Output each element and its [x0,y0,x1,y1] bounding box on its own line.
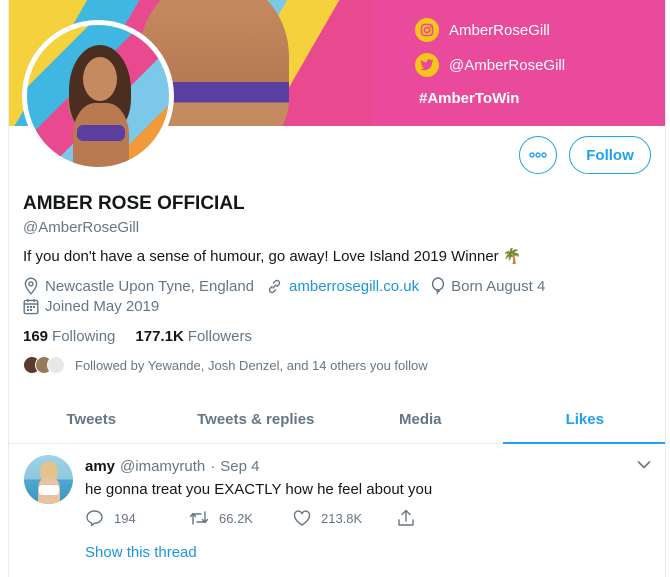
twitter-bird-icon [415,53,439,77]
location-text: Newcastle Upon Tyne, England [45,277,255,295]
banner-instagram-row: AmberRoseGill [415,18,550,42]
banner-twitter-handle: @AmberRoseGill [449,56,566,74]
followed-by-text: Followed by Yewande, Josh Denzel, and 14… [75,357,428,373]
tweet-text: he gonna treat you EXACTLY how he feel a… [85,481,433,498]
reply-button[interactable]: 194 [85,509,189,527]
banner-social-panel: AmberRoseGill @AmberRoseGill #AmberToWin [371,0,665,126]
avatar-swimsuit [39,485,59,495]
location-pin-icon [24,277,38,295]
banner-hashtag: #AmberToWin [419,90,520,107]
followed-by-row[interactable]: Followed by Yewande, Josh Denzel, and 14… [23,356,428,374]
tab-media[interactable]: Media [338,396,503,443]
website-item[interactable]: amberrosegill.co.uk [266,278,419,295]
calendar-icon [23,299,39,315]
tab-tweets-replies[interactable]: Tweets & replies [174,396,339,443]
joined-item: Joined May 2019 [23,298,159,315]
profile-page: AmberRoseGill @AmberRoseGill #AmberToWin… [8,0,666,577]
birthday-text: Born August 4 [451,277,546,295]
profile-avatar[interactable] [22,20,174,172]
balloon-icon [431,277,445,295]
followers-count: 177.1K [135,328,184,345]
heart-icon [293,510,311,526]
tweet-separator: · [210,458,216,475]
avatar-face [83,57,117,101]
more-icon [529,152,547,158]
retweet-count: 66.2K [219,510,253,526]
more-options-button[interactable] [519,136,557,174]
like-button[interactable]: 213.8K [293,509,397,527]
tweet-header: amy @imamyruth · Sep 4 [85,458,259,475]
avatar[interactable] [24,455,73,504]
reply-count: 194 [114,510,136,526]
retweet-icon [189,511,209,525]
chevron-down-icon[interactable] [637,460,651,470]
reply-icon [86,510,103,527]
follow-counts: 169 Following 177.1K Followers [23,328,272,345]
profile-tabs: Tweets Tweets & replies Media Likes [9,396,665,444]
tweet-date[interactable]: Sep 4 [220,458,259,475]
profile-name: AMBER ROSE OFFICIAL [23,193,245,214]
following-label: Following [52,328,116,345]
joined-row: Joined May 2019 [23,298,171,315]
tweet-author-handle[interactable]: @imamyruth [120,458,205,475]
tab-tweets[interactable]: Tweets [9,396,174,443]
followers-count-link[interactable]: 177.1K Followers [135,328,252,345]
share-icon [398,509,414,526]
birthday-item: Born August 4 [431,277,545,295]
banner-instagram-handle: AmberRoseGill [449,21,550,39]
followers-label: Followers [187,328,252,345]
avatar [47,356,65,374]
website-link[interactable]: amberrosegill.co.uk [289,278,419,295]
link-icon [268,279,281,293]
profile-bio: If you don't have a sense of humour, go … [23,248,522,265]
tweet-card[interactable]: amy @imamyruth · Sep 4 he gonna treat yo… [9,445,665,577]
joined-text: Joined May 2019 [45,298,160,315]
banner-twitter-row: @AmberRoseGill [415,53,565,77]
like-count: 213.8K [321,510,363,526]
retweet-button[interactable]: 66.2K [189,509,293,527]
tweet-actions: 194 66.2K 213.8K [85,509,427,527]
follow-button[interactable]: Follow [569,136,651,174]
profile-meta-row: Newcastle Upon Tyne, England amberrosegi… [23,277,557,295]
profile-handle: @AmberRoseGill [23,219,140,236]
avatar-swimsuit [77,125,125,141]
following-count-link[interactable]: 169 Following [23,328,115,345]
tweet-author-name[interactable]: amy [85,458,115,475]
share-button[interactable] [397,509,427,527]
show-thread-link[interactable]: Show this thread [85,544,197,561]
following-count: 169 [23,328,49,345]
instagram-icon [415,18,439,42]
location-item: Newcastle Upon Tyne, England [23,277,254,295]
followed-by-avatars [23,356,65,374]
tab-likes[interactable]: Likes [502,396,665,444]
